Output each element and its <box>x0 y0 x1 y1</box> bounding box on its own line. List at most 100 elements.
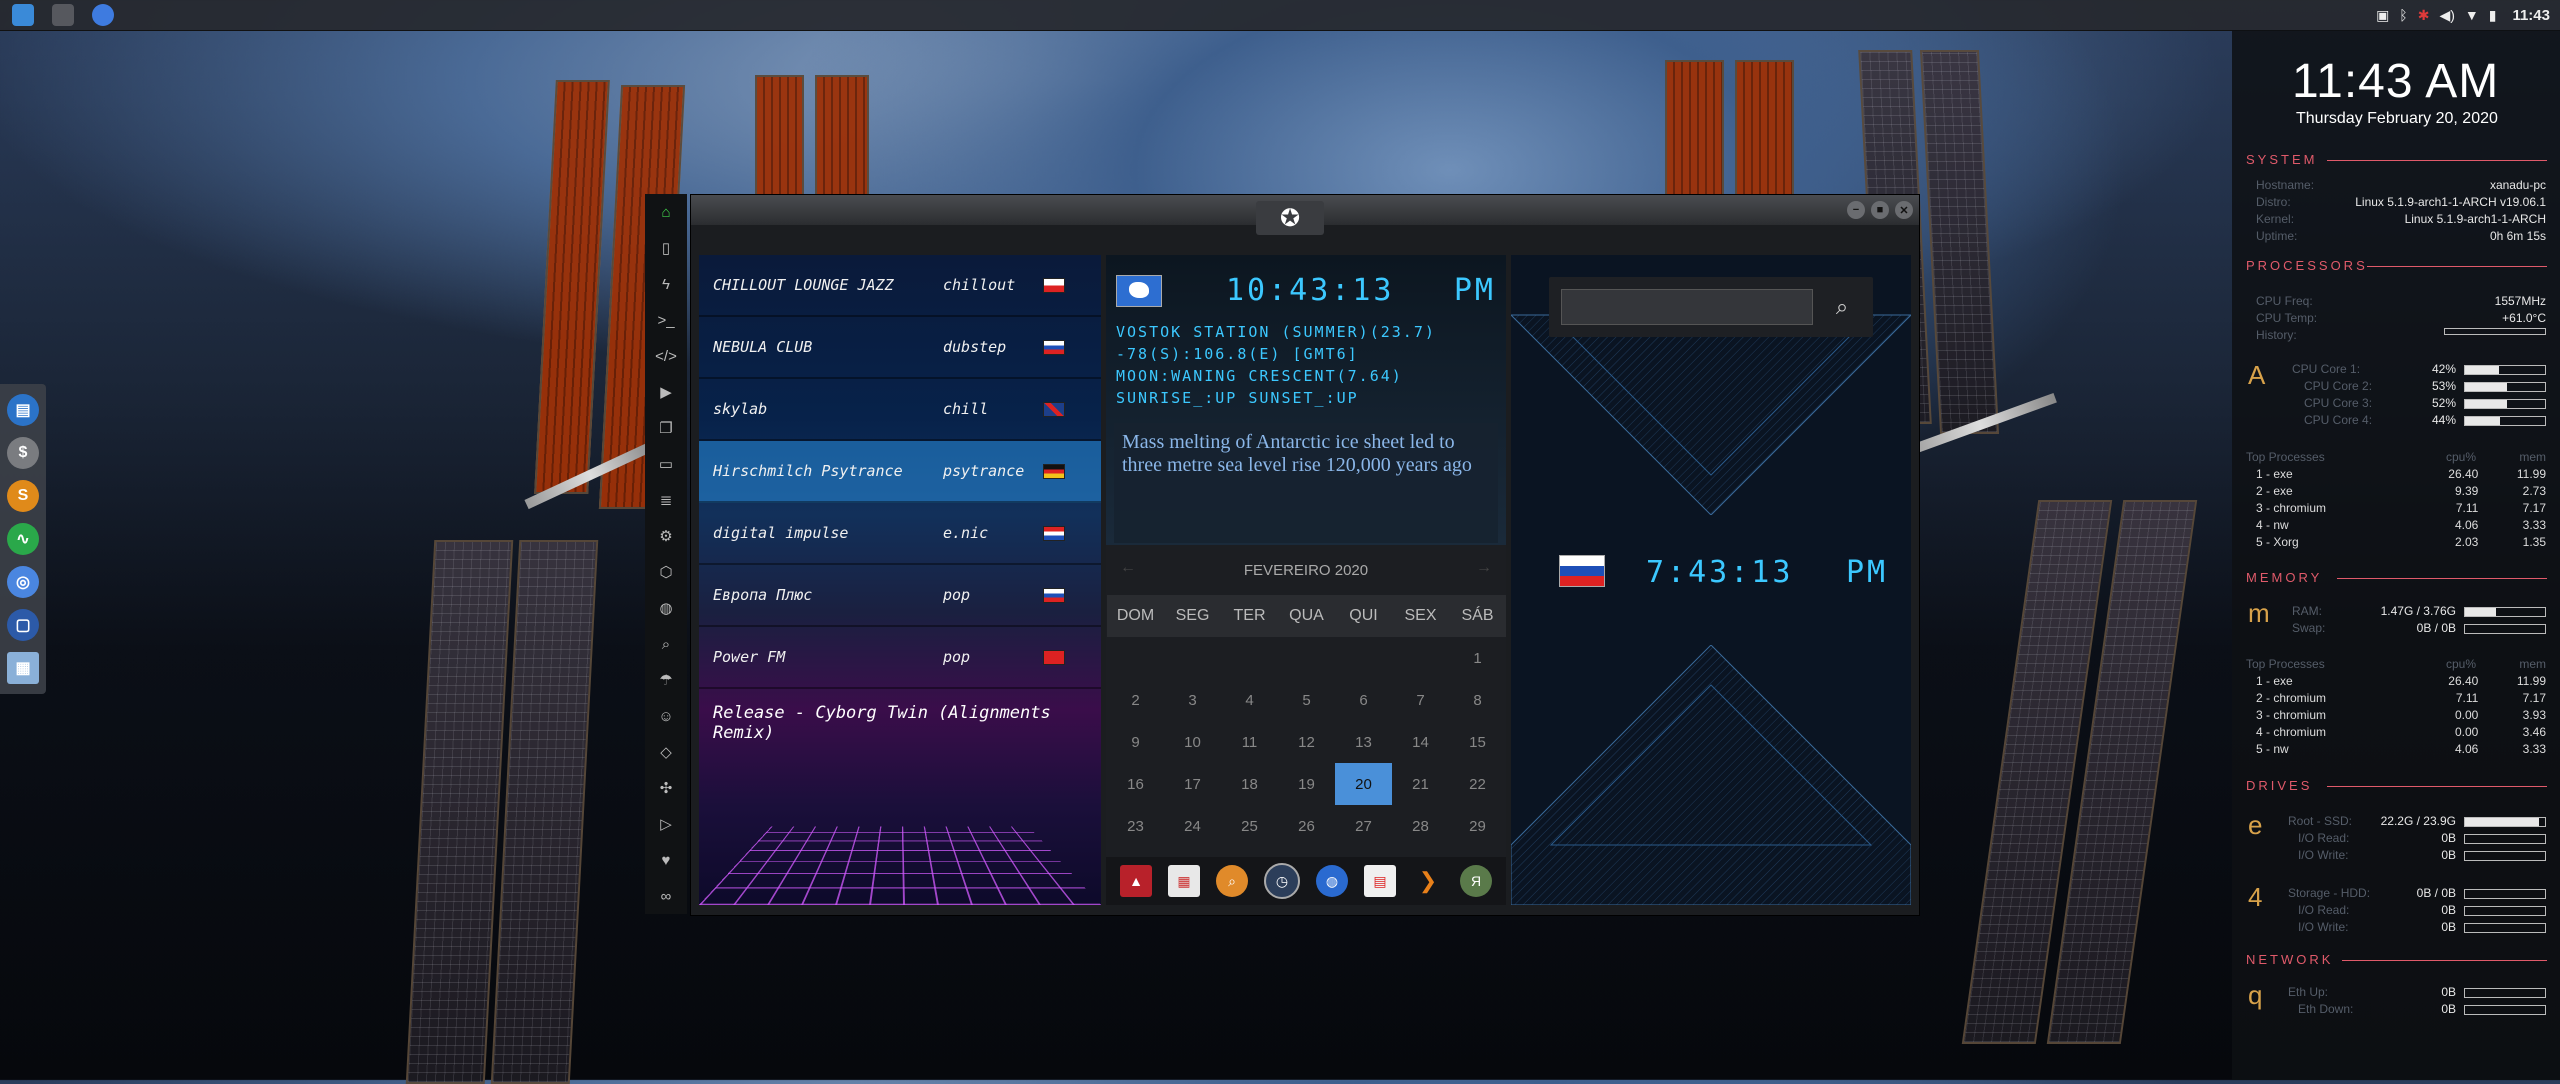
calendar-day[interactable]: 18 <box>1221 763 1278 805</box>
image-icon[interactable]: ▭ <box>645 446 687 482</box>
radio-station[interactable]: NEBULA CLUB dubstep <box>699 317 1101 379</box>
calendar-day[interactable]: 19 <box>1278 763 1335 805</box>
close-button[interactable]: ✕ <box>1895 201 1913 219</box>
chromium-icon[interactable] <box>92 4 114 26</box>
web-icon[interactable]: ▦ <box>7 652 39 684</box>
calendar-day[interactable]: 13 <box>1335 721 1392 763</box>
files-icon[interactable]: ▤ <box>7 394 39 426</box>
topbar-clock[interactable]: 11:43 <box>2512 7 2550 24</box>
news-icon[interactable]: ≣ <box>645 482 687 518</box>
search-icon[interactable]: ⌕ <box>1824 289 1860 325</box>
calendar-day[interactable]: 26 <box>1278 805 1335 847</box>
minimize-button[interactable]: − <box>1847 201 1865 219</box>
calendar-day[interactable]: 15 <box>1449 721 1506 763</box>
volume-icon[interactable]: ◀) <box>2439 7 2454 24</box>
bolt-icon[interactable]: ϟ <box>645 266 687 302</box>
station-name: skylab <box>713 400 768 418</box>
radio-station[interactable]: Power FM pop <box>699 627 1101 689</box>
hexagon-icon[interactable]: ⬡ <box>645 554 687 590</box>
calendar-day[interactable]: 21 <box>1392 763 1449 805</box>
triangle-red-icon[interactable]: ▲ <box>1120 865 1152 897</box>
station-line-3: MOON:WANING CRESCENT(7.64) <box>1116 367 1403 385</box>
activity-icon[interactable]: ∿ <box>7 523 39 555</box>
globe-icon[interactable]: ◍ <box>1316 865 1348 897</box>
calendar-day[interactable]: 14 <box>1392 721 1449 763</box>
system-info-row: Distro: Linux 5.1.9-arch1-1-ARCH v19.06.1 <box>2256 195 2546 209</box>
calendar-day[interactable]: 28 <box>1392 805 1449 847</box>
gear-icon[interactable]: ⚙ <box>645 518 687 554</box>
calendar-day[interactable]: 6 <box>1335 679 1392 721</box>
calendar-day[interactable]: 11 <box>1221 721 1278 763</box>
yandex-icon[interactable]: Я <box>1460 865 1492 897</box>
calendar-day[interactable]: 2 <box>1107 679 1164 721</box>
document-icon[interactable]: ▯ <box>645 230 687 266</box>
bluetooth-icon[interactable]: ᛒ <box>2399 7 2407 23</box>
code-tag-icon[interactable]: ◇ <box>645 734 687 770</box>
code-icon[interactable]: </> <box>645 338 687 374</box>
maximize-button[interactable]: ■ <box>1871 201 1889 219</box>
news-headline[interactable]: Mass melting of Antarctic ice sheet led … <box>1114 423 1498 543</box>
calendar-app-icon[interactable]: ▦ <box>1168 865 1200 897</box>
calendar-day[interactable]: 17 <box>1164 763 1221 805</box>
next-month-button[interactable]: → <box>1476 559 1492 577</box>
weekday-header: QUA <box>1278 595 1335 637</box>
youtube-icon[interactable]: ▷ <box>645 806 687 842</box>
radio-station[interactable]: Hirschmilch Psytrance psytrance <box>699 441 1101 503</box>
money-icon[interactable]: $ <box>7 437 39 469</box>
expand-icon[interactable]: ✣ <box>645 770 687 806</box>
weekday-header: QUI <box>1335 595 1392 637</box>
section-system: SYSTEM <box>2246 152 2318 167</box>
radio-station[interactable]: skylab chill <box>699 379 1101 441</box>
radio-station[interactable]: CHILLOUT LOUNGE JAZZ chillout <box>699 255 1101 317</box>
weekday-header: SEX <box>1392 595 1449 637</box>
calendar-day[interactable]: 10 <box>1164 721 1221 763</box>
calendar-day[interactable]: 3 <box>1164 679 1221 721</box>
radio-station[interactable]: digital impulse e.nic <box>699 503 1101 565</box>
calendar-day[interactable]: 9 <box>1107 721 1164 763</box>
heart-icon[interactable]: ♥ <box>645 842 687 878</box>
calendar-day[interactable]: 25 <box>1221 805 1278 847</box>
calendar-day[interactable]: 24 <box>1164 805 1221 847</box>
screen-icon[interactable]: ▢ <box>7 609 39 641</box>
calendar-day[interactable]: 5 <box>1278 679 1335 721</box>
app-icon[interactable] <box>52 4 74 26</box>
battery-icon[interactable]: ▮ <box>2489 7 2497 24</box>
files-icon[interactable] <box>12 4 34 26</box>
home-icon[interactable]: ⌂ <box>645 194 687 230</box>
umbrella-icon[interactable]: ☂ <box>645 662 687 698</box>
calendar-day[interactable]: 22 <box>1449 763 1506 805</box>
chevron-right-icon[interactable]: ❯ <box>1412 865 1444 897</box>
calendar-day[interactable]: 16 <box>1107 763 1164 805</box>
photo-icon[interactable]: ▣ <box>2376 7 2389 24</box>
pages-icon[interactable]: ❐ <box>645 410 687 446</box>
globe-icon[interactable]: ◍ <box>645 590 687 626</box>
calendar-day[interactable]: 7 <box>1392 679 1449 721</box>
calendar-day[interactable]: 12 <box>1278 721 1335 763</box>
cpu-history: History: <box>2256 328 2546 342</box>
search-icon[interactable]: ⌕ <box>645 626 687 662</box>
contact-icon[interactable]: ☺ <box>645 698 687 734</box>
calendar-day[interactable]: 29 <box>1449 805 1506 847</box>
calendar-day[interactable]: 23 <box>1107 805 1164 847</box>
calendar-day[interactable]: 1 <box>1449 637 1506 679</box>
s-app-icon[interactable]: S <box>7 480 39 512</box>
calendar-day[interactable]: 4 <box>1221 679 1278 721</box>
calendar-icon[interactable]: ▤ <box>1364 865 1396 897</box>
radio-station[interactable]: Европа Плюс pop <box>699 565 1101 627</box>
calendar-day[interactable]: 8 <box>1449 679 1506 721</box>
search-input[interactable] <box>1561 289 1813 325</box>
link-icon[interactable]: ∞ <box>645 878 687 914</box>
center-panel: 10:43:13 PM VOSTOK STATION (SUMMER)(23.7… <box>1106 255 1506 905</box>
clock-icon[interactable]: ◷ <box>1264 863 1300 899</box>
radio-station-list: CHILLOUT LOUNGE JAZZ chillout NEBULA CLUB d… <box>699 255 1101 905</box>
rebel-alliance-icon[interactable]: ✪ <box>1256 201 1324 235</box>
settings-red-icon[interactable]: ✱ <box>2418 7 2430 24</box>
magnifier-icon[interactable]: ⌕ <box>1216 865 1248 897</box>
calendar-day[interactable]: 27 <box>1335 805 1392 847</box>
chromium-icon[interactable]: ◎ <box>7 566 39 598</box>
terminal-icon[interactable]: >_ <box>645 302 687 338</box>
prev-month-button[interactable]: ← <box>1120 559 1136 577</box>
wifi-icon[interactable]: ▼ <box>2465 7 2479 23</box>
play-icon[interactable]: ▶ <box>645 374 687 410</box>
calendar-day-today[interactable]: 20 <box>1335 763 1392 805</box>
